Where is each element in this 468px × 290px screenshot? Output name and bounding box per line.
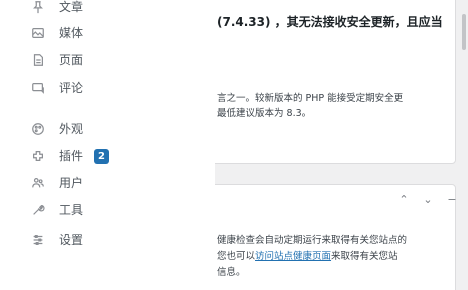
- media-icon: [30, 25, 46, 41]
- health-line-prefix: 您也可以: [217, 251, 256, 262]
- menu-item-comments[interactable]: 评论: [0, 74, 215, 102]
- collapse-icon[interactable]: −: [445, 193, 459, 206]
- appearance-icon: [30, 121, 46, 137]
- menu-item-plugins[interactable]: 插件 2: [0, 142, 215, 170]
- health-line: 信息。: [217, 267, 246, 278]
- menu-label: 页面: [59, 53, 84, 67]
- php-update-notice: (7.4.33) ，其无法接收安全更新，且应当 言之一。较新版本的 PHP 能接…: [200, 0, 456, 164]
- settings-icon: [30, 232, 46, 248]
- php-notice-body: 言之一。较新版本的 PHP 能接受定期安全更 最低建议版本为 8.3。: [217, 91, 451, 121]
- menu-label: 评论: [59, 81, 84, 95]
- menu-item-appearance[interactable]: 外观: [0, 115, 215, 143]
- plugin-update-badge: 2: [94, 149, 109, 164]
- admin-menu: 文章 媒体 页面 评论 外观 插件 2 用户 工具 设置: [0, 0, 215, 290]
- page-icon: [30, 52, 46, 68]
- scrollbar-thumb[interactable]: [462, 14, 466, 50]
- php-notice-heading: (7.4.33) ，其无法接收安全更新，且应当: [217, 15, 443, 29]
- menu-label: 工具: [59, 203, 84, 217]
- health-line: 您也可以访问站点健康页面来取得有关您站: [217, 249, 451, 265]
- menu-item-users[interactable]: 用户: [0, 169, 215, 197]
- menu-label: 媒体: [59, 26, 84, 40]
- menu-label: 文章: [59, 0, 84, 14]
- site-health-text: 健康检查会自动定期运行来取得有关您站点的 您也可以访问站点健康页面来取得有关您站…: [217, 233, 451, 281]
- php-notice-line: 最低建议版本为 8.3。: [217, 108, 312, 119]
- site-health-link[interactable]: 访问站点健康页面: [255, 251, 331, 262]
- menu-item-posts[interactable]: 文章: [0, 0, 215, 21]
- menu-item-tools[interactable]: 工具: [0, 196, 215, 224]
- site-health-widget: ⌃ ⌄ − 健康检查会自动定期运行来取得有关您站点的 您也可以访问站点健康页面来…: [200, 184, 459, 290]
- php-notice-line: 言之一。较新版本的 PHP 能接受定期安全更: [217, 93, 404, 104]
- tools-icon: [30, 202, 46, 218]
- move-up-icon[interactable]: ⌃: [397, 193, 411, 206]
- widget-controls: ⌃ ⌄ −: [397, 193, 459, 206]
- pin-icon: [30, 0, 46, 15]
- plugin-icon: [30, 148, 46, 164]
- comment-icon: [30, 80, 46, 96]
- health-line: 健康检查会自动定期运行来取得有关您站点的: [217, 235, 408, 246]
- menu-item-settings[interactable]: 设置: [0, 226, 215, 254]
- users-icon: [30, 175, 46, 191]
- menu-item-pages[interactable]: 页面: [0, 46, 215, 74]
- menu-label: 用户: [59, 176, 84, 190]
- menu-label: 外观: [59, 122, 84, 136]
- menu-item-media[interactable]: 媒体: [0, 19, 215, 47]
- menu-label: 设置: [59, 233, 84, 247]
- move-down-icon[interactable]: ⌄: [421, 193, 435, 206]
- page-scrollbar[interactable]: [460, 0, 466, 290]
- health-line-suffix: 来取得有关您站: [331, 251, 398, 262]
- menu-label: 插件: [59, 149, 84, 163]
